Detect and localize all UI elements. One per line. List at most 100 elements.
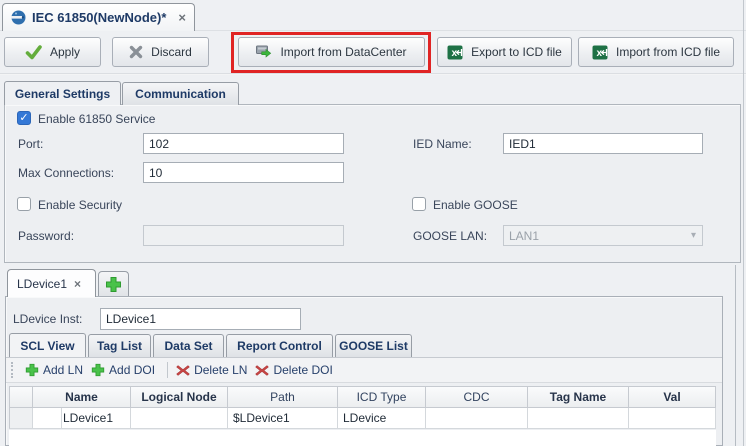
report-control-label: Report Control (237, 339, 322, 353)
general-settings-label: General Settings (15, 87, 110, 101)
plus-icon (25, 363, 39, 377)
col-val-label: Val (663, 390, 680, 404)
enable-61850-service-label: Enable 61850 Service (38, 112, 155, 126)
import-from-icd-file-button[interactable]: x Import from ICD file (578, 37, 734, 67)
add-doi-label: Add DOI (109, 363, 155, 377)
chevron-down-icon: ▾ (691, 230, 696, 241)
row-selector-cell[interactable] (9, 408, 33, 429)
discard-button[interactable]: Discard (112, 37, 209, 67)
import-from-datacenter-button[interactable]: Import from DataCenter (238, 37, 425, 67)
column-header-icd-type[interactable]: ICD Type (338, 386, 426, 408)
row-selector-header (9, 386, 33, 408)
add-doi-button[interactable]: Add DOI (89, 361, 161, 379)
import-datacenter-label: Import from DataCenter (280, 45, 406, 59)
column-header-logical-node[interactable]: Logical Node (131, 386, 228, 408)
col-path-label: Path (270, 390, 295, 404)
tab-ldevice1[interactable]: LDevice1 × (7, 269, 96, 297)
cell-val[interactable] (629, 408, 716, 429)
close-tab-icon[interactable]: × (178, 10, 186, 25)
import-datacenter-icon (256, 45, 272, 59)
cell-cdc[interactable] (426, 408, 528, 429)
password-label: Password: (18, 229, 74, 243)
column-header-tag-name[interactable]: Tag Name (528, 386, 629, 408)
toolbar-separator (167, 362, 168, 378)
col-icd-type-label: ICD Type (357, 390, 407, 404)
cell-logical-node[interactable] (131, 408, 228, 429)
cell-path[interactable]: $LDevice1 (228, 408, 338, 429)
col-cdc-label: CDC (464, 390, 490, 404)
tab-iec61850-document[interactable]: IEC 61850(NewNode)* × (2, 3, 195, 31)
communication-label: Communication (135, 87, 226, 101)
ied-name-input[interactable] (503, 133, 703, 154)
delete-ln-button[interactable]: Delete LN (174, 361, 253, 379)
toolbar-separator (0, 73, 746, 75)
port-input[interactable] (143, 133, 344, 154)
add-ln-label: Add LN (43, 363, 83, 377)
scl-grid: Name Logical Node Path ICD Type CDC Tag … (9, 386, 716, 429)
delete-ln-label: Delete LN (194, 363, 247, 377)
import-icd-label: Import from ICD file (616, 45, 720, 59)
checkmark-icon: ✓ (19, 113, 28, 124)
delete-x-icon (255, 364, 269, 377)
panel-border (735, 265, 736, 446)
col-tag-name-label: Tag Name (550, 390, 606, 404)
add-ldevice-tab-button[interactable] (98, 271, 129, 297)
tab-report-control[interactable]: Report Control (226, 334, 333, 357)
password-input (143, 225, 344, 246)
grid-header-row: Name Logical Node Path ICD Type CDC Tag … (9, 386, 716, 408)
goose-list-label: GOOSE List (339, 339, 408, 353)
discard-x-icon (129, 45, 143, 59)
column-header-cdc[interactable]: CDC (426, 386, 528, 408)
max-connections-label: Max Connections: (18, 166, 114, 180)
enable-61850-service-checkbox[interactable]: ✓ (17, 111, 31, 125)
table-row[interactable]: LDevice1 $LDevice1 LDevice (9, 408, 716, 429)
apply-label: Apply (50, 45, 80, 59)
tab-scl-view[interactable]: SCL View (9, 333, 86, 357)
goose-lan-label: GOOSE LAN: (413, 229, 487, 243)
cell-icd-type-value: LDevice (343, 411, 386, 425)
goose-lan-dropdown: LAN1 ▾ (503, 225, 703, 246)
enable-goose-checkbox[interactable]: ✓ (412, 197, 426, 211)
data-set-label: Data Set (164, 339, 212, 353)
cell-icd-type[interactable]: LDevice (338, 408, 426, 429)
cell-name-value: LDevice1 (63, 411, 113, 425)
delete-doi-label: Delete DOI (273, 363, 332, 377)
add-ln-button[interactable]: Add LN (23, 361, 89, 379)
import-icd-file-icon: x (592, 45, 608, 60)
tab-general-settings[interactable]: General Settings (4, 81, 121, 105)
svg-text:x: x (596, 48, 602, 59)
iec61850-node-icon (11, 10, 26, 25)
column-header-name[interactable]: Name (33, 386, 131, 408)
enable-security-checkbox[interactable]: ✓ (17, 197, 31, 211)
max-connections-input[interactable] (143, 162, 344, 183)
tab-communication[interactable]: Communication (122, 82, 239, 105)
apply-button[interactable]: Apply (4, 37, 101, 67)
plus-icon (105, 276, 122, 293)
tag-list-label: Tag List (97, 339, 142, 353)
cell-name[interactable]: LDevice1 (33, 408, 131, 429)
port-label: Port: (18, 137, 43, 151)
column-header-val[interactable]: Val (629, 386, 716, 408)
export-icd-label: Export to ICD file (471, 45, 562, 59)
ied-name-label: IED Name: (413, 137, 472, 151)
export-to-icd-file-button[interactable]: x Export to ICD file (437, 37, 572, 67)
toolbar-grip-handle[interactable] (11, 362, 15, 378)
discard-label: Discard (151, 45, 192, 59)
delete-x-icon (176, 364, 190, 377)
scl-action-toolbar: Add LN Add DOI Delete LN Delete DOI (6, 357, 722, 383)
column-header-path[interactable]: Path (228, 386, 338, 408)
ldevice1-tab-label: LDevice1 (17, 277, 67, 291)
cell-path-value: $LDevice1 (233, 411, 290, 425)
ldevice-inst-label: LDevice Inst: (13, 312, 82, 326)
tab-tag-list[interactable]: Tag List (88, 334, 151, 357)
svg-text:x: x (452, 48, 458, 59)
goose-lan-value: LAN1 (509, 229, 539, 243)
plus-icon (91, 363, 105, 377)
cell-tag-name[interactable] (528, 408, 629, 429)
tab-goose-list[interactable]: GOOSE List (335, 334, 412, 357)
ldevice-inst-input[interactable] (100, 308, 301, 330)
tab-data-set[interactable]: Data Set (153, 334, 224, 357)
close-ldevice-tab-icon[interactable]: × (74, 277, 81, 291)
doc-tab-title: IEC 61850(NewNode)* (32, 10, 166, 25)
delete-doi-button[interactable]: Delete DOI (253, 361, 338, 379)
